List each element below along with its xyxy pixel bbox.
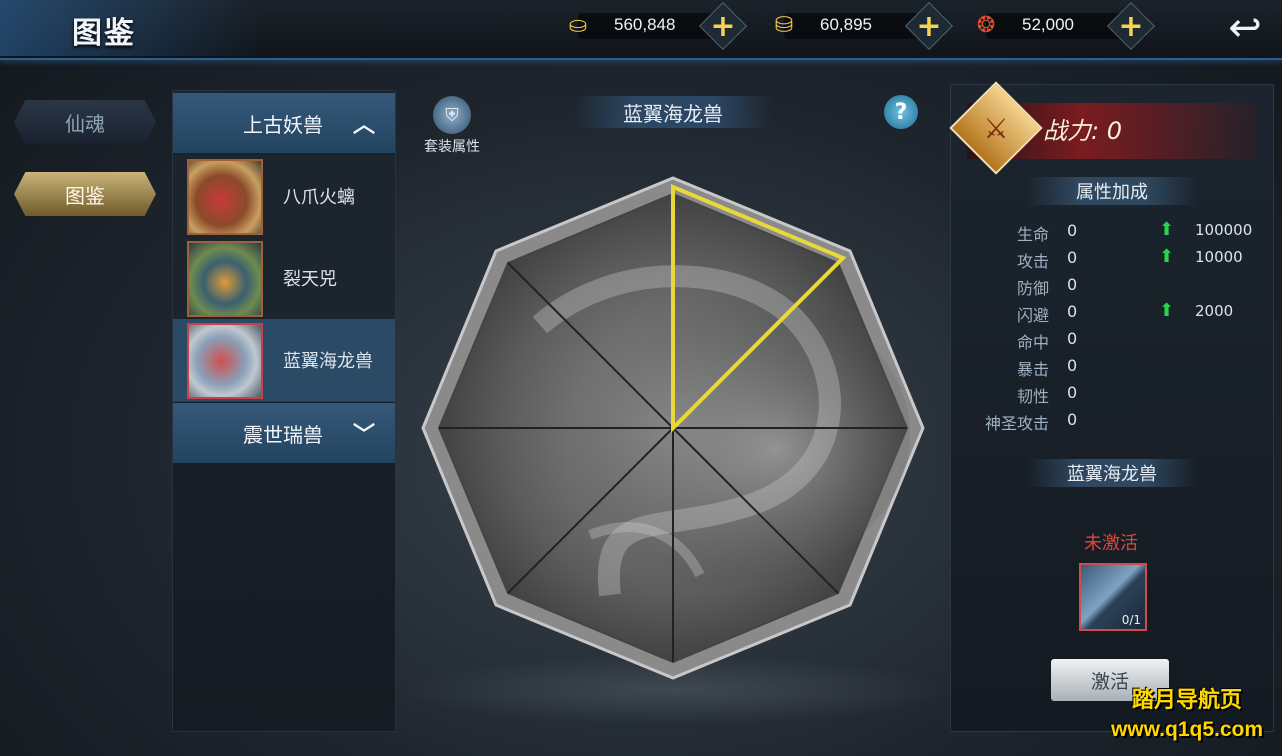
coin-string-icon: ❂ xyxy=(976,12,996,38)
activation-status: 未激活 xyxy=(1084,533,1138,554)
octagon-puzzle xyxy=(421,176,925,680)
power-emblem: ⚔ xyxy=(949,81,1043,175)
sword-emblem-icon: ⚔ xyxy=(983,111,1009,145)
beast-portrait xyxy=(187,241,263,317)
beast-portrait xyxy=(187,159,263,235)
currency-bound-gold-value: 60,895 xyxy=(820,15,872,34)
attr-row-crit: 暴击 0 xyxy=(1016,356,1078,379)
combat-power: 战力: 0 xyxy=(1043,117,1122,145)
armor-icon: ⛨ xyxy=(433,96,471,134)
attr-row-attack: 攻击 0 ⬆ 10000 xyxy=(1016,246,1243,271)
attr-row-toughness: 韧性 0 xyxy=(1016,383,1078,406)
tab-xianhun[interactable]: 仙魂 xyxy=(14,100,156,144)
gold-ingot-icon: ⛀ xyxy=(568,12,588,38)
attr-row-hit: 命中 0 xyxy=(1016,329,1078,352)
site-watermark: 踏月导航页 www.q1q5.com xyxy=(1110,688,1264,741)
currency-bound-gold: ⛁ 60,895 + xyxy=(762,1,972,51)
help-button[interactable]: ? xyxy=(884,95,918,129)
category-shanggu[interactable]: 上古妖兽 ︿ xyxy=(173,93,395,153)
add-coin-button[interactable]: + xyxy=(1106,1,1156,51)
currency-coin-value: 52,000 xyxy=(1022,15,1074,34)
attr-row-dodge: 闪避 0 ⬆ 2000 xyxy=(1016,300,1234,325)
fragment-slot[interactable]: 0/1 xyxy=(1079,563,1147,631)
currency-gold-value: 560,848 xyxy=(614,15,676,34)
add-bound-gold-button[interactable]: + xyxy=(904,1,954,51)
bound-gold-ingot-icon: ⛁ xyxy=(774,12,794,38)
back-button[interactable]: ↩ xyxy=(1218,5,1272,51)
beast-section-header: 蓝翼海龙兽 xyxy=(971,459,1253,487)
set-attributes-button[interactable]: ⛨ 套装属性 xyxy=(418,96,486,158)
back-arrow-icon: ↩ xyxy=(1228,5,1262,51)
page-title: 图鉴 xyxy=(72,16,136,51)
category-zhenshiruishou[interactable]: 震世瑞兽 ﹀ xyxy=(173,403,395,463)
beast-title: 蓝翼海龙兽 xyxy=(574,96,772,128)
attr-row-holy-attack: 神圣攻击 0 xyxy=(984,410,1078,433)
add-gold-button[interactable]: + xyxy=(698,1,748,51)
fragment-count: 0/1 xyxy=(1121,613,1141,627)
beast-item-bazhuahuochi[interactable]: 八爪火螭 xyxy=(173,155,395,238)
attr-row-defense: 防御 0 xyxy=(1016,275,1078,298)
currency-gold: ⛀ 560,848 + xyxy=(556,1,766,51)
attr-section-header: 属性加成 xyxy=(971,177,1253,205)
beast-list-panel: 上古妖兽 ︿ 八爪火螭 裂天兕 蓝翼海龙兽 震世瑞兽 ﹀ xyxy=(172,90,396,732)
up-arrow-icon: ⬆ xyxy=(1159,219,1175,240)
currency-coin: ❂ 52,000 + xyxy=(964,1,1174,51)
attr-row-hp: 生命 0 ⬆ 100000 xyxy=(1016,219,1253,244)
beast-item-lanyihailongshou[interactable]: 蓝翼海龙兽 xyxy=(173,319,395,402)
chevron-down-icon: ﹀ xyxy=(353,423,376,448)
beast-octagon xyxy=(420,175,926,681)
up-arrow-icon: ⬆ xyxy=(1159,300,1175,321)
chevron-up-icon: ︿ xyxy=(353,113,376,138)
top-bar: 图鉴 ⛀ 560,848 + ⛁ 60,895 + ❂ 52,000 + ↩ xyxy=(0,0,1282,60)
tab-tujian[interactable]: 图鉴 xyxy=(14,172,156,216)
beast-portrait xyxy=(187,323,263,399)
dragon-silhouette xyxy=(530,285,910,585)
up-arrow-icon: ⬆ xyxy=(1159,246,1175,267)
attribute-panel: ⚔ 战力: 0 属性加成 生命 0 ⬆ 100000 攻击 0 ⬆ 10000 … xyxy=(949,81,1274,732)
beast-item-lietiansi[interactable]: 裂天兕 xyxy=(173,237,395,320)
